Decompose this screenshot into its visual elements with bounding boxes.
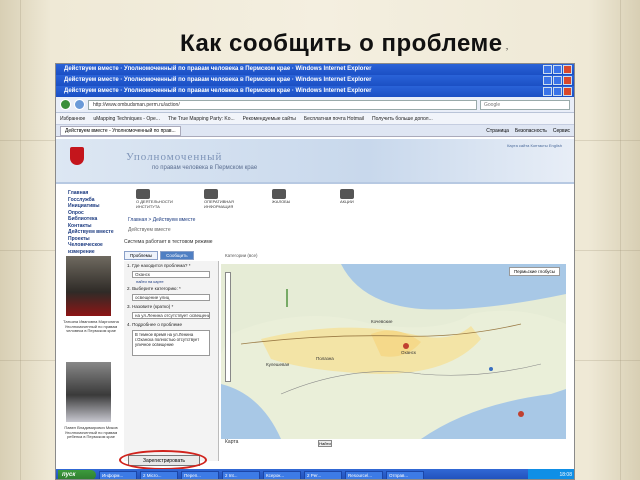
tab-problems[interactable]: Проблемы bbox=[124, 251, 159, 260]
search-input[interactable]: Google bbox=[480, 99, 570, 110]
section-link[interactable]: АКЦИИ bbox=[340, 187, 380, 215]
place-label: Кочевские bbox=[371, 319, 393, 324]
address-toolbar: http://www.ombudsman.perm.ru/action/ Goo… bbox=[56, 97, 574, 113]
complaints-icon bbox=[272, 189, 286, 199]
child-ombudsman-caption: Павел Владимирович Миков Уполномоченный … bbox=[64, 425, 118, 440]
window-titlebar: Действуем вместе · Уполномоченный по пра… bbox=[56, 75, 574, 86]
minimize-icon[interactable] bbox=[543, 87, 552, 96]
tab-bar: Действуем вместе - Уполномоченный по пра… bbox=[56, 125, 574, 137]
section-heading: Действуем вместе bbox=[128, 227, 171, 233]
tools-menu[interactable]: Сервис bbox=[553, 128, 570, 134]
summary-field[interactable]: на ул.Ленина отсутствует освещение bbox=[132, 312, 210, 319]
breadcrumb[interactable]: Главная > Действуем вместе bbox=[128, 217, 195, 223]
taskbar-item[interactable]: Resourcel... bbox=[345, 470, 383, 479]
favorites-bar: Избранное uMapping Techniques - Ope... T… bbox=[56, 113, 574, 125]
map-toolbar: Категории (все) bbox=[221, 251, 566, 263]
windows-taskbar: пуск Информ... 2 Micro... Переп... 2 Int… bbox=[56, 469, 574, 479]
page-menu[interactable]: Страница bbox=[486, 128, 509, 134]
actions-icon bbox=[340, 189, 354, 199]
highlight-ellipse bbox=[119, 450, 207, 470]
system-tray-clock: 18:08 bbox=[528, 469, 574, 479]
question-summary: 3. Назовите (кратко) * bbox=[127, 304, 174, 309]
map-search-button[interactable]: Найти bbox=[318, 440, 332, 447]
taskbar-item[interactable]: Ксерок... bbox=[263, 470, 301, 479]
map-footer: Карта bbox=[221, 439, 566, 469]
favorite-link[interactable]: The True Mapping Party: Ko... bbox=[168, 116, 235, 122]
browser-screenshot: Действуем вместе · Уполномоченный по пра… bbox=[55, 63, 575, 480]
details-textarea[interactable]: В темное время на ул.Ленина г.Оханска по… bbox=[132, 330, 210, 356]
category-select[interactable]: освещение улиц bbox=[132, 294, 210, 301]
window-titlebar: Действуем вместе · Уполномоченный по пра… bbox=[56, 64, 574, 75]
close-icon[interactable] bbox=[563, 87, 572, 96]
forward-icon[interactable] bbox=[74, 99, 85, 110]
maximize-icon[interactable] bbox=[553, 76, 562, 85]
taskbar-item[interactable]: Переп... bbox=[181, 470, 219, 479]
close-icon[interactable] bbox=[563, 65, 572, 74]
tab-report[interactable]: Сообщить bbox=[160, 251, 194, 260]
close-icon[interactable] bbox=[563, 76, 572, 85]
question-location: 1. Где находится проблема? * bbox=[127, 263, 191, 268]
minimize-icon[interactable] bbox=[543, 65, 552, 74]
taskbar-item[interactable]: 2 Micro... bbox=[140, 470, 178, 479]
section-link[interactable]: О ДЕЯТЕЛЬНОСТИ ИНСТИТУТА bbox=[136, 187, 176, 215]
location-field[interactable]: Оханск bbox=[132, 271, 210, 278]
menu-item[interactable]: Человеческое измерение bbox=[56, 242, 124, 255]
site-title: Уполномоченный bbox=[126, 151, 223, 163]
favorite-link[interactable]: Рекомендуемые сайты bbox=[243, 116, 296, 122]
favorite-link[interactable]: uMapping Techniques - Ope... bbox=[93, 116, 160, 122]
ombudsman-caption: Татьяна Ивановна Марголина Уполномоченны… bbox=[63, 319, 119, 334]
place-label: Кулешевая bbox=[266, 362, 290, 367]
favorites-button[interactable]: Избранное bbox=[60, 116, 85, 122]
taskbar-item[interactable]: 2 Int... bbox=[222, 470, 260, 479]
info-icon bbox=[204, 189, 218, 199]
section-link[interactable]: ОПЕРАТИВНАЯ ИНФОРМАЦИЯ bbox=[204, 187, 244, 215]
tab-active[interactable]: Действуем вместе - Уполномоченный по пра… bbox=[60, 125, 181, 136]
place-label: Оханск bbox=[401, 350, 416, 355]
map-graphic bbox=[221, 264, 566, 439]
problem-tabs: Проблемы Сообщить bbox=[124, 251, 194, 260]
system-status-text: Система работает в тестовом режиме bbox=[124, 239, 213, 245]
maximize-icon[interactable] bbox=[553, 87, 562, 96]
site-subtitle: по правам человека в Пермском крае bbox=[152, 165, 258, 171]
taskbar-item[interactable]: Отправ... bbox=[386, 470, 424, 479]
address-input[interactable]: http://www.ombudsman.perm.ru/action/ bbox=[88, 99, 477, 110]
institute-icon bbox=[136, 189, 150, 199]
slide-title: Как сообщить о проблеме? bbox=[180, 30, 509, 57]
minimize-icon[interactable] bbox=[543, 76, 552, 85]
maximize-icon[interactable] bbox=[553, 65, 562, 74]
safety-menu[interactable]: Безопасность bbox=[515, 128, 547, 134]
section-link[interactable]: ЖАЛОБЫ bbox=[272, 187, 312, 215]
window-titlebar: Действуем вместе · Уполномоченный по пра… bbox=[56, 86, 574, 97]
zoom-slider[interactable] bbox=[225, 272, 231, 382]
section-icons: О ДЕЯТЕЛЬНОСТИ ИНСТИТУТА ОПЕРАТИВНАЯ ИНФ… bbox=[136, 187, 380, 215]
taskbar-item[interactable]: 2 Per... bbox=[304, 470, 342, 479]
category-filter[interactable]: Категории (все) bbox=[225, 253, 257, 261]
place-label: Полазна bbox=[316, 356, 334, 361]
ombudsman-photo bbox=[66, 256, 111, 316]
left-sidebar: Главная Госслужба Инициативы Опрос Библи… bbox=[56, 184, 124, 469]
child-ombudsman-photo bbox=[66, 362, 111, 422]
header-links[interactable]: Карта сайта Контакты English bbox=[507, 143, 562, 148]
question-details: 4. Подробнее о проблеме bbox=[127, 322, 183, 327]
site-header: Уполномоченный по правам человека в Перм… bbox=[56, 139, 574, 184]
report-form: 1. Где находится проблема? * Оханск найт… bbox=[124, 261, 219, 461]
map-type-select[interactable]: Пермьские глобусы bbox=[508, 267, 560, 276]
web-page: Уполномоченный по правам человека в Перм… bbox=[56, 139, 574, 470]
favorite-link[interactable]: Получить больше допол... bbox=[372, 116, 433, 122]
map-view[interactable]: Пермьские глобусы Оханск Кочевские Полаз… bbox=[221, 264, 566, 439]
question-category: 2. Выберите категорию: * bbox=[127, 286, 181, 291]
taskbar-item[interactable]: Информ... bbox=[99, 470, 137, 479]
coat-of-arms-icon bbox=[70, 147, 84, 165]
start-button[interactable]: пуск bbox=[58, 470, 96, 479]
back-icon[interactable] bbox=[60, 99, 71, 110]
favorite-link[interactable]: Бесплатная почта Hotmail bbox=[304, 116, 364, 122]
